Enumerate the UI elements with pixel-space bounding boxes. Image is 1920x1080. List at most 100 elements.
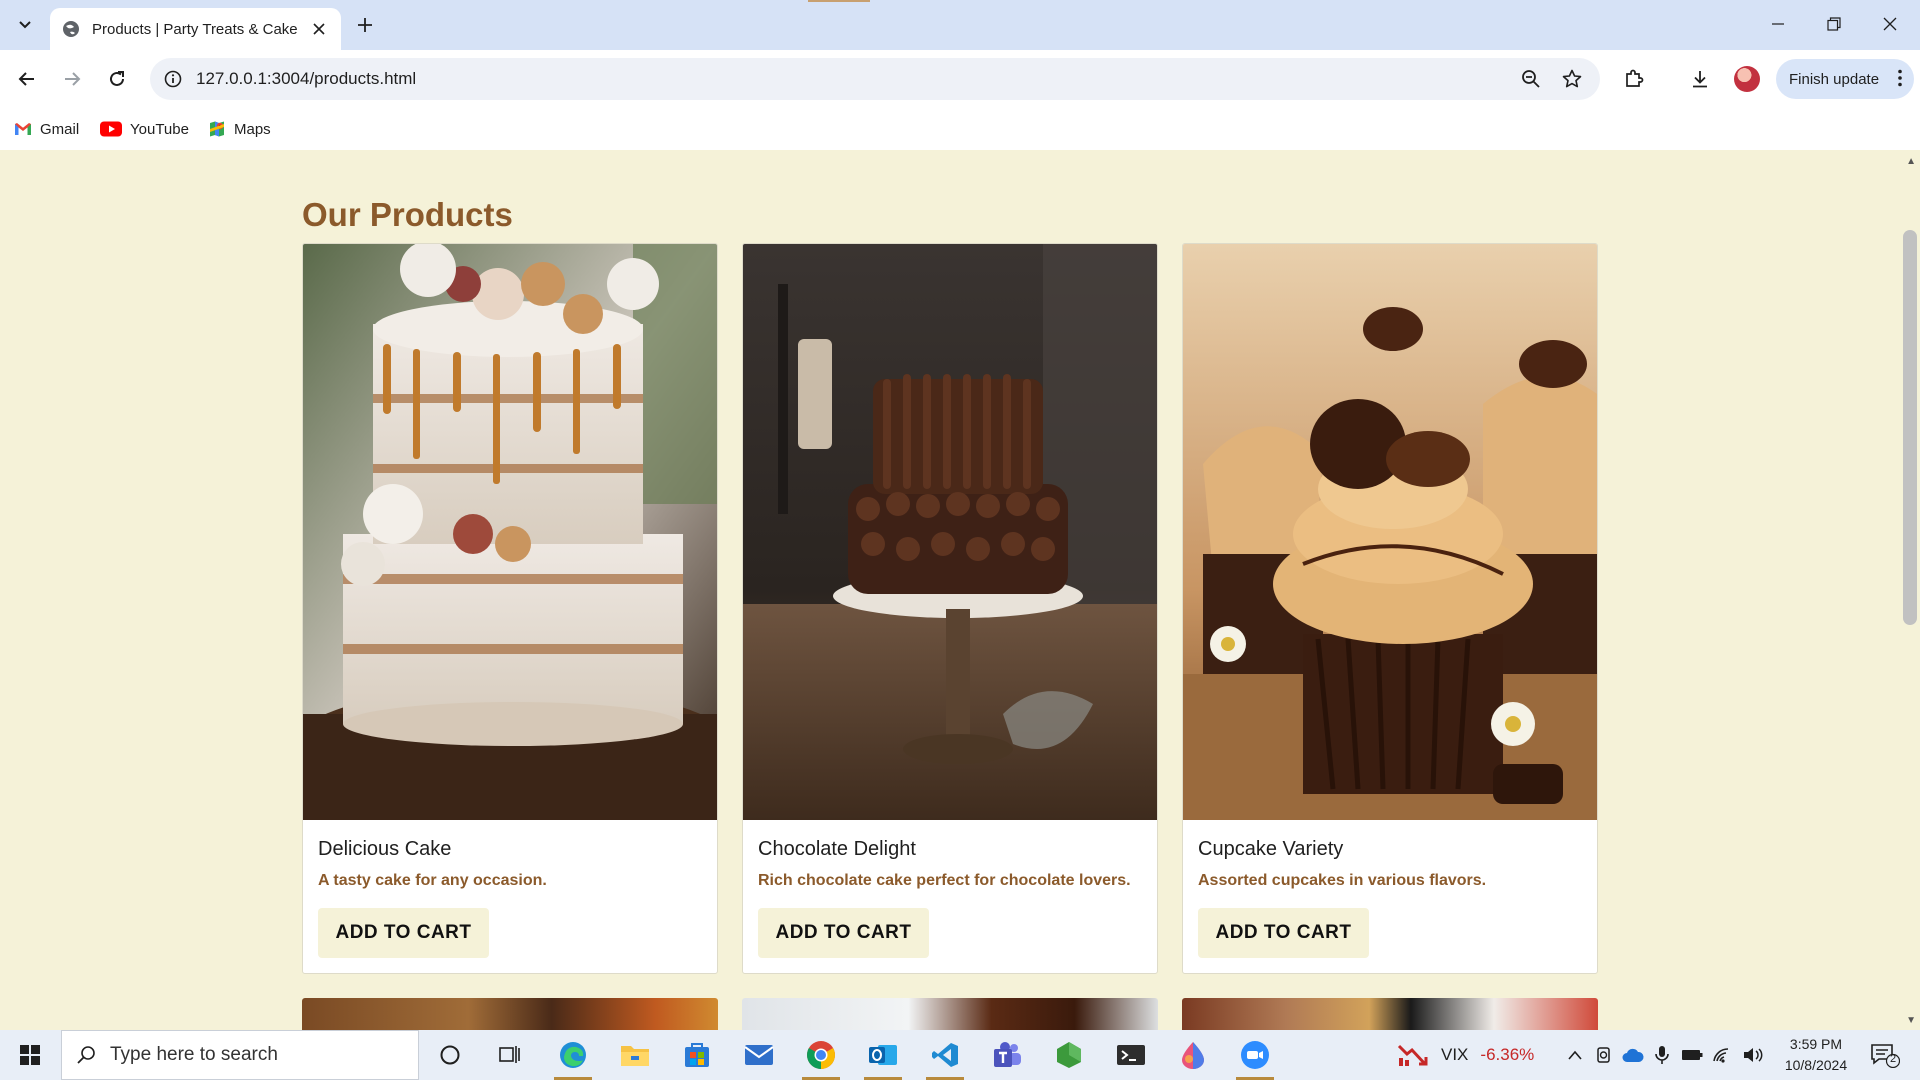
volume-icon (1744, 1048, 1763, 1062)
vscode-icon (932, 1043, 958, 1067)
downloads-button[interactable] (1682, 61, 1718, 97)
outlook-icon (869, 1045, 897, 1065)
nodejs-icon (1057, 1042, 1081, 1068)
stock-chart-down-icon (1397, 1044, 1428, 1066)
scroll-up-arrow-icon[interactable]: ▲ (1906, 156, 1916, 167)
stock-symbol: VIX (1441, 1045, 1469, 1064)
arrow-right-icon (65, 72, 81, 86)
cloud-icon (1622, 1048, 1644, 1062)
bookmarks-bar: Gmail YouTube Maps (0, 108, 1920, 150)
search-placeholder: Type here to search (110, 1044, 278, 1065)
product-card-partial (742, 998, 1158, 1030)
mail-icon (744, 1045, 774, 1065)
tray-microphone[interactable] (1650, 1043, 1674, 1067)
task-view-button[interactable] (487, 1034, 533, 1076)
product-card-partial (1182, 998, 1598, 1030)
maps-icon (210, 121, 224, 137)
show-hidden-icons-button[interactable] (1563, 1043, 1587, 1067)
taskbar-store[interactable] (674, 1034, 720, 1076)
start-button[interactable] (0, 1030, 60, 1080)
address-bar[interactable]: 127.0.0.1:3004/products.html (150, 58, 1600, 100)
site-info-icon[interactable] (164, 70, 182, 88)
minimize-button[interactable] (1750, 0, 1806, 48)
tray-wifi[interactable] (1711, 1043, 1735, 1067)
zoom-out-icon (1522, 70, 1540, 88)
back-button[interactable] (10, 62, 44, 96)
scrollbar-thumb[interactable] (1903, 230, 1917, 625)
arrow-left-icon (18, 72, 34, 86)
add-to-cart-button[interactable]: ADD TO CART (318, 908, 489, 958)
taskbar-vscode[interactable] (922, 1034, 968, 1080)
taskbar-outlook[interactable] (860, 1034, 906, 1080)
edge-icon (560, 1042, 586, 1068)
bookmark-youtube[interactable]: YouTube (100, 116, 189, 142)
taskbar-teams[interactable] (984, 1034, 1030, 1076)
clock-date: 10/8/2024 (1784, 1057, 1848, 1073)
microphone-icon (1655, 1046, 1669, 1064)
add-to-cart-button[interactable]: ADD TO CART (758, 908, 929, 958)
close-icon (1883, 17, 1897, 31)
taskbar-nodejs[interactable] (1046, 1034, 1092, 1076)
stock-widget[interactable]: VIX -6.36% (1397, 1030, 1534, 1080)
chocolate-cake-on-stand-photo (743, 244, 1157, 820)
page-scrollbar[interactable]: ▲ ▼ (1900, 150, 1920, 1030)
cortana-button[interactable] (427, 1034, 473, 1076)
bookmark-gmail[interactable]: Gmail (14, 116, 79, 142)
windows-taskbar: Type here to search VIX -6.36% 3:59 PM 1… (0, 1030, 1920, 1080)
reload-button[interactable] (100, 62, 134, 96)
tray-volume[interactable] (1741, 1043, 1765, 1067)
taskbar-clock[interactable]: 3:59 PM 10/8/2024 (1776, 1034, 1856, 1076)
bookmark-label: YouTube (130, 120, 189, 138)
download-icon (1693, 71, 1707, 88)
forward-button[interactable] (55, 62, 89, 96)
wifi-icon (1713, 1048, 1729, 1063)
zoom-button[interactable] (1513, 61, 1549, 97)
teams-icon (994, 1042, 1021, 1067)
product-name: Chocolate Delight (758, 838, 916, 860)
camera-icon (1597, 1047, 1610, 1063)
url-text[interactable]: 127.0.0.1:3004/products.html (196, 69, 416, 89)
tray-battery[interactable] (1680, 1043, 1704, 1067)
plus-icon (358, 18, 372, 32)
taskbar-zoom[interactable] (1232, 1034, 1278, 1080)
notification-center-button[interactable]: 2 (1870, 1042, 1901, 1069)
scroll-down-arrow-icon[interactable]: ▼ (1906, 1015, 1916, 1026)
cortana-circle-icon (440, 1045, 460, 1065)
tab-products[interactable]: Products | Party Treats & Cake (50, 8, 341, 50)
page-viewport: Our Products Delicious Cake A tasty cake… (0, 150, 1920, 1030)
profile-avatar[interactable] (1734, 66, 1760, 92)
product-card-partial (302, 998, 718, 1030)
close-tab-icon[interactable] (309, 19, 329, 39)
finish-update-button[interactable]: Finish update (1776, 59, 1914, 99)
task-view-icon (499, 1046, 520, 1063)
restore-button[interactable] (1806, 0, 1862, 48)
taskbar-paint[interactable] (1170, 1034, 1216, 1076)
tab-search-button[interactable] (10, 10, 40, 40)
taskbar-mail[interactable] (736, 1034, 782, 1076)
taskbar-file-explorer[interactable] (612, 1034, 658, 1076)
close-window-button[interactable] (1862, 0, 1918, 48)
tab-loading-indicator (808, 0, 870, 2)
taskbar-terminal[interactable] (1108, 1034, 1154, 1076)
new-tab-button[interactable] (350, 10, 380, 40)
taskbar-chrome[interactable] (798, 1034, 844, 1080)
product-description: Rich chocolate cake perfect for chocolat… (758, 872, 1131, 889)
restore-icon (1827, 17, 1841, 31)
reload-icon (110, 71, 124, 86)
tray-onedrive[interactable] (1621, 1043, 1645, 1067)
tray-meet-now[interactable] (1592, 1043, 1616, 1067)
bookmark-star-button[interactable] (1554, 61, 1590, 97)
paint-drop-icon (1182, 1042, 1204, 1069)
clock-time: 3:59 PM (1789, 1036, 1843, 1052)
terminal-icon (1117, 1045, 1145, 1065)
minimize-icon (1772, 23, 1784, 25)
add-to-cart-button[interactable]: ADD TO CART (1198, 908, 1369, 958)
bookmark-maps[interactable]: Maps (208, 116, 271, 142)
notification-count: 2 (1889, 1053, 1897, 1065)
star-icon (1562, 69, 1582, 88)
extensions-button[interactable] (1616, 61, 1652, 97)
page-title: Our Products (302, 196, 513, 233)
taskbar-edge[interactable] (550, 1034, 596, 1080)
taskbar-search-box[interactable]: Type here to search (61, 1030, 419, 1080)
finish-update-label: Finish update (1789, 70, 1880, 88)
